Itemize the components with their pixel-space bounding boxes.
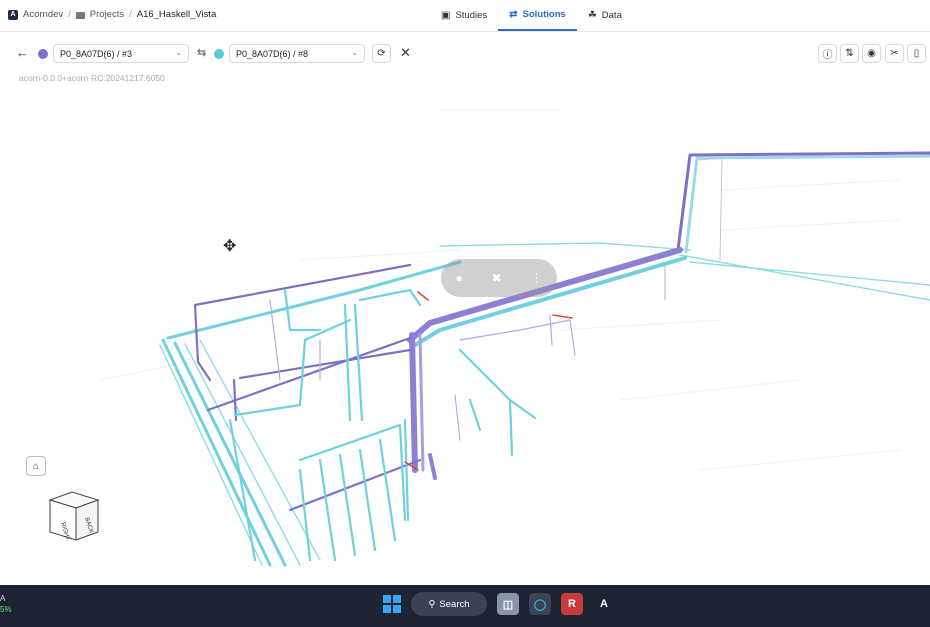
document-icon: ▣ bbox=[441, 10, 451, 21]
tab-label: Solutions bbox=[522, 9, 566, 20]
branch-icon: ⇄ bbox=[509, 9, 518, 20]
media-controls-overlay[interactable]: ● ✖ ⋮ bbox=[441, 259, 557, 297]
share-icon: ⟳ bbox=[377, 48, 386, 59]
camera-icon[interactable]: ● bbox=[455, 271, 462, 285]
taskbar-icons: ⚲ Search ◫ ◯ R A bbox=[383, 592, 615, 616]
section-cut-button[interactable]: ✂ bbox=[885, 44, 904, 63]
tab-solutions[interactable]: ⇄ Solutions bbox=[498, 0, 577, 31]
bookmark-icon: ▯ bbox=[913, 48, 920, 59]
breadcrumb: A Acorndev / Projects / A16_Haskell_Vist… bbox=[8, 9, 216, 20]
info-icon: ⓘ bbox=[822, 50, 833, 61]
eye-icon: ◉ bbox=[867, 48, 876, 59]
widget-label: A bbox=[0, 594, 6, 603]
mute-icon[interactable]: ✖ bbox=[492, 271, 502, 285]
compare-toolbar: ← P0_8A07D(6) / #3 ⌄ ⇆ P0_8A07D(6) / #8 … bbox=[0, 40, 930, 68]
breadcrumb-org[interactable]: Acorndev bbox=[23, 9, 63, 20]
version-label: acorn-0.0.0+acorn-RC.20241217.6050 bbox=[19, 73, 165, 83]
solution-b-select[interactable]: P0_8A07D(6) / #8 ⌄ bbox=[229, 44, 365, 63]
top-bar: A Acorndev / Projects / A16_Haskell_Vist… bbox=[0, 0, 930, 32]
swap-icon[interactable]: ⇆ bbox=[197, 46, 206, 59]
widget-value: 5% bbox=[0, 605, 12, 614]
taskbar-search-button[interactable]: ⚲ Search bbox=[411, 592, 487, 616]
more-options-icon[interactable]: ⋮ bbox=[531, 271, 543, 285]
model-viewport[interactable]: ✥ ● ✖ ⋮ ⌂ RIGHT BACK bbox=[0, 84, 930, 570]
visibility-button[interactable]: ◉ bbox=[862, 44, 881, 63]
tab-studies[interactable]: ▣ Studies bbox=[430, 0, 498, 31]
breadcrumb-current[interactable]: A16_Haskell_Vista bbox=[137, 9, 217, 20]
pipe-model-render bbox=[99, 109, 930, 567]
move-cursor-icon: ✥ bbox=[223, 238, 237, 255]
chevron-down-icon: ⌄ bbox=[175, 48, 182, 57]
solution-a-color-dot bbox=[38, 49, 48, 59]
compare-branches-button[interactable]: ⇅ bbox=[840, 44, 859, 63]
database-icon: ☘ bbox=[587, 10, 597, 21]
solution-a-select[interactable]: P0_8A07D(6) / #3 ⌄ bbox=[53, 44, 189, 63]
breadcrumb-separator: / bbox=[129, 9, 132, 20]
close-icon[interactable]: ✕ bbox=[400, 45, 411, 61]
info-button[interactable]: ⓘ bbox=[818, 44, 837, 63]
taskbar-widget[interactable]: A 5% bbox=[0, 593, 12, 615]
tab-label: Data bbox=[601, 10, 622, 21]
tab-label: Studies bbox=[455, 10, 488, 21]
home-icon: ⌂ bbox=[32, 460, 40, 472]
breadcrumb-separator: / bbox=[68, 9, 71, 20]
chevron-down-icon: ⌄ bbox=[351, 48, 358, 57]
view-cube[interactable]: RIGHT BACK bbox=[48, 490, 100, 542]
windows-start-icon[interactable] bbox=[383, 595, 401, 613]
search-icon: ⚲ bbox=[428, 598, 436, 610]
home-view-button[interactable]: ⌂ bbox=[26, 456, 46, 476]
branches-icon: ⇅ bbox=[845, 48, 854, 59]
breadcrumb-projects[interactable]: Projects bbox=[90, 9, 124, 20]
solution-b-color-dot bbox=[214, 49, 224, 59]
folder-icon bbox=[75, 12, 85, 19]
solution-b-label: P0_8A07D(6) / #8 bbox=[236, 48, 309, 59]
share-button[interactable]: ⟳ bbox=[372, 44, 391, 63]
edge-browser-icon[interactable]: ◯ bbox=[529, 593, 551, 615]
task-view-icon[interactable]: ◫ bbox=[497, 593, 519, 615]
back-arrow-icon[interactable]: ← bbox=[16, 45, 29, 60]
solution-a-label: P0_8A07D(6) / #3 bbox=[60, 48, 133, 59]
main-tabs: ▣ Studies ⇄ Solutions ☘ Data bbox=[430, 0, 633, 31]
acorn-logo-icon: A bbox=[8, 9, 18, 20]
taskbar-search-label: Search bbox=[439, 598, 470, 610]
revit-app-icon[interactable]: R bbox=[561, 593, 583, 615]
acorn-app-letter: A bbox=[600, 598, 608, 610]
acorn-app-icon[interactable]: A bbox=[593, 593, 615, 615]
bookmark-button[interactable]: ▯ bbox=[907, 44, 926, 63]
scissors-icon: ✂ bbox=[890, 48, 899, 59]
tab-data[interactable]: ☘ Data bbox=[577, 0, 633, 31]
